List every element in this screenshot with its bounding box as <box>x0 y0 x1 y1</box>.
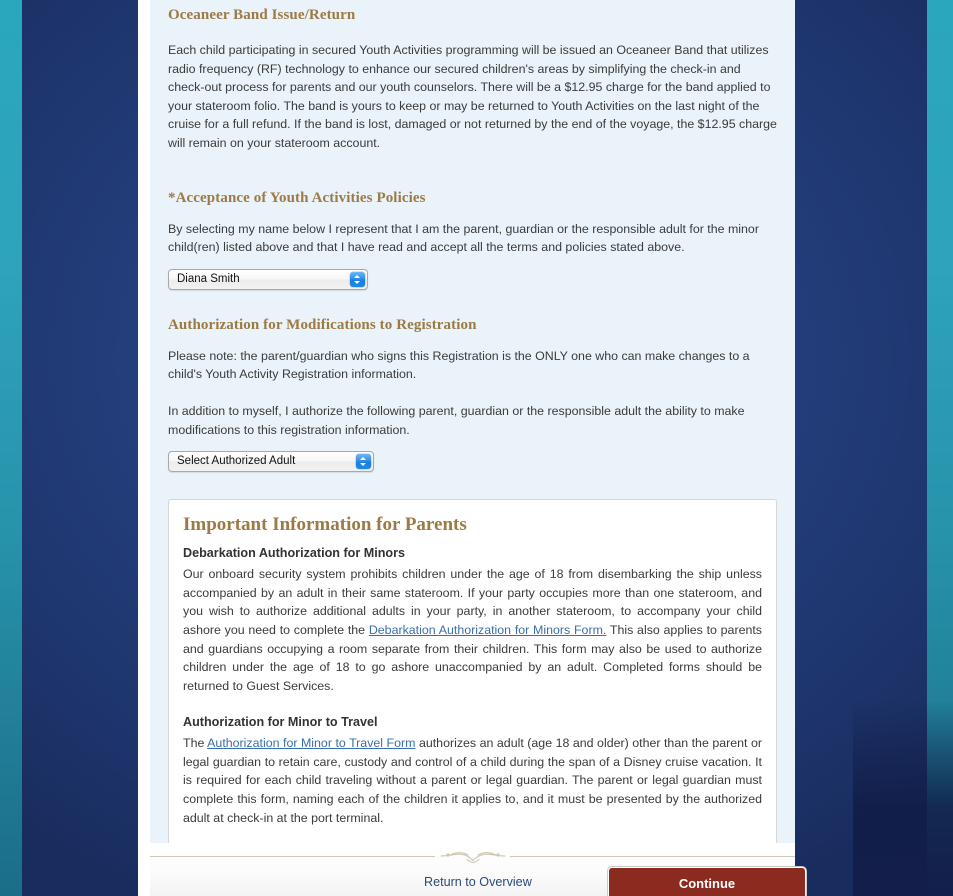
acceptance-name-select[interactable]: Diana Smith <box>168 268 368 290</box>
acceptance-policies-heading: *Acceptance of Youth Activities Policies <box>168 189 426 206</box>
divider-rule-right <box>510 856 795 857</box>
debarkation-form-link[interactable]: Debarkation Authorization for Minors For… <box>369 623 607 637</box>
chevron-updown-icon[interactable] <box>356 454 371 470</box>
minor-travel-heading: Authorization for Minor to Travel <box>183 715 378 730</box>
flourish-ornament-icon <box>439 852 506 863</box>
minor-travel-form-link[interactable]: Authorization for Minor to Travel Form <box>207 736 415 750</box>
authorization-note-paragraph: Please note: the parent/guardian who sig… <box>168 348 750 382</box>
oceaneer-band-paragraph: Each child participating in secured Yout… <box>168 43 777 150</box>
page-footer: Return to Overview Continue <box>150 843 806 896</box>
ornamental-divider <box>150 843 795 867</box>
page-content-column: Oceaneer Band Issue/Return Each child pa… <box>138 0 806 896</box>
screenshot-viewport: Oceaneer Band Issue/Return Each child pa… <box>0 0 953 896</box>
acceptance-name-select-value: Diana Smith <box>177 272 240 285</box>
authorization-modifications-heading: Authorization for Modifications to Regis… <box>168 316 477 333</box>
youth-activities-form-card: Oceaneer Band Issue/Return Each child pa… <box>150 0 795 896</box>
divider-rule-left <box>150 856 435 857</box>
authorization-addition-paragraph: In addition to myself, I authorize the f… <box>168 403 745 437</box>
return-to-overview-link[interactable]: Return to Overview <box>424 875 532 889</box>
continue-button[interactable]: Continue <box>608 867 806 896</box>
important-information-title: Important Information for Parents <box>183 514 467 536</box>
authorized-adult-select[interactable]: Select Authorized Adult <box>168 451 374 473</box>
background-dark-corner <box>853 700 953 896</box>
acceptance-policies-paragraph: By selecting my name below I represent t… <box>168 221 759 255</box>
authorized-adult-select-value: Select Authorized Adult <box>177 455 296 468</box>
debarkation-paragraph: Our onboard security system prohibits ch… <box>183 565 762 695</box>
footer-navigation: Return to Overview Continue <box>150 867 806 896</box>
minor-travel-paragraph: The Authorization for Minor to Travel Fo… <box>183 734 762 827</box>
oceaneer-band-heading: Oceaneer Band Issue/Return <box>168 7 356 23</box>
minor-travel-text-before: The <box>183 736 208 751</box>
debarkation-heading: Debarkation Authorization for Minors <box>183 546 406 561</box>
important-information-panel: Important Information for Parents Debark… <box>168 499 777 879</box>
chevron-updown-icon[interactable] <box>350 271 365 287</box>
